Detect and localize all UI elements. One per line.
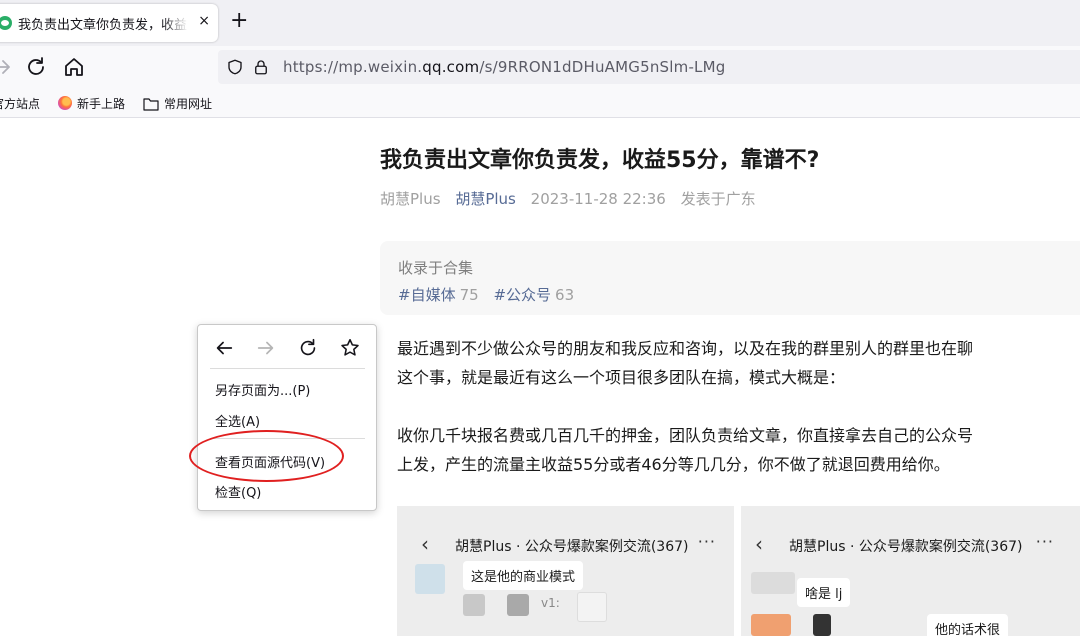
collection-label: 收录于合集 [398, 259, 474, 277]
bookmark-label: 常用网址 [164, 97, 213, 111]
menu-item-save-page[interactable]: 另存页面为...(P) [215, 380, 310, 399]
menu-separator [210, 438, 365, 439]
article-paragraph: 上发，产生的流量主收益55分或者46分等几几分，你不做了就退回费用给你。 [397, 455, 950, 474]
chat-screenshot[interactable]: ‹ 胡慧Plus · 公众号爆款案例交流(367) ··· 啥是 lj 他的话术… [741, 506, 1080, 636]
chat-bubble: 他的话术很 [927, 614, 1009, 636]
blurred-image [463, 594, 485, 616]
menu-item-inspect[interactable]: 检查(Q) [215, 482, 261, 501]
reload-icon[interactable] [297, 337, 319, 359]
avatar [751, 572, 795, 594]
collection-box: 收录于合集 #自媒体 75 #公众号 63 [380, 241, 1080, 315]
article-meta: 胡慧Plus 胡慧Plus 2023-11-28 22:36 发表于广东 [380, 188, 766, 209]
collection-tag[interactable]: #公众号 63 [493, 286, 574, 304]
author-name: 胡慧Plus [380, 190, 441, 208]
shield-icon[interactable] [226, 58, 244, 76]
url-prefix: https://mp.weixin. [283, 58, 423, 76]
article-paragraph: 收你几千块报名费或几百几千的押金，团队负责给文章，你直接拿去自己的公众号 [397, 426, 974, 445]
lock-icon[interactable] [252, 58, 270, 76]
collection-tags: #自媒体 75 #公众号 63 [398, 284, 584, 305]
avatar [415, 564, 445, 594]
forward-icon[interactable] [255, 337, 277, 359]
chat-header: ‹ 胡慧Plus · 公众号爆款案例交流(367) ··· [741, 506, 1080, 580]
active-tab[interactable]: 我负责出文章你负责发，收益55分，靠谱不? × [0, 4, 218, 42]
chat-screenshot[interactable]: ‹ 胡慧Plus · 公众号爆款案例交流(367) ··· 这是他的商业模式 v… [397, 506, 734, 636]
folder-icon [143, 98, 159, 111]
publish-location: 发表于广东 [680, 190, 756, 208]
avatar [751, 614, 791, 636]
tag-name: #公众号 [493, 286, 552, 304]
blurred-image [813, 614, 831, 636]
bookmark-label: 官方站点 [0, 97, 41, 111]
bookmark-folder-common[interactable]: 常用网址 [143, 95, 212, 112]
menu-item-view-source[interactable]: 查看页面源代码(V) [215, 452, 325, 471]
bookmarks-bar: 官方站点 新手上路 常用网址 [0, 88, 1080, 118]
article-paragraph: 这个事，就是最近有这么一个项目很多团队在搞，模式大概是： [397, 368, 846, 387]
back-icon[interactable] [213, 337, 235, 359]
context-menu: 另存页面为...(P) 全选(A) 查看页面源代码(V) 检查(Q) [197, 324, 377, 511]
back-chevron-icon: ‹ [421, 532, 429, 556]
tab-title: 我负责出文章你负责发，收益55分，靠谱不? [18, 18, 188, 33]
collection-tag[interactable]: #自媒体 75 [398, 286, 479, 304]
blurred-image [577, 592, 607, 622]
bookmark-label: 新手上路 [77, 97, 126, 111]
new-tab-icon[interactable]: + [230, 10, 248, 32]
menu-item-select-all[interactable]: 全选(A) [215, 411, 260, 430]
close-icon[interactable]: × [198, 13, 210, 29]
wechat-icon [0, 16, 12, 30]
menu-separator [210, 368, 365, 369]
forward-icon[interactable] [0, 55, 14, 79]
chat-title: 胡慧Plus · 公众号爆款案例交流(367) [455, 539, 689, 555]
firefox-icon [58, 96, 72, 110]
chat-bubble: 啥是 lj [797, 578, 851, 607]
publish-datetime: 2023-11-28 22:36 [530, 190, 666, 208]
blurred-image [507, 594, 529, 616]
reload-icon[interactable] [24, 55, 48, 79]
home-icon[interactable] [62, 55, 86, 79]
chat-snippet: v1: [541, 596, 560, 610]
url-path: /s/9RRON1dDHuAMG5nSlm-LMg [479, 58, 726, 76]
account-link[interactable]: 胡慧Plus [455, 190, 516, 208]
navigation-bar: https://mp.weixin.qq.com/s/9RRON1dDHuAMG… [0, 46, 1080, 88]
tag-count: 75 [459, 286, 479, 304]
tag-count: 63 [555, 286, 575, 304]
address-bar[interactable]: https://mp.weixin.qq.com/s/9RRON1dDHuAMG… [218, 50, 1080, 84]
more-icon: ··· [1035, 532, 1054, 551]
bookmark-official-site[interactable]: 官方站点 [0, 95, 40, 112]
bookmark-getting-started[interactable]: 新手上路 [58, 95, 125, 112]
tag-name: #自媒体 [398, 286, 456, 304]
back-chevron-icon: ‹ [755, 532, 763, 556]
article-paragraph: 最近遇到不少做公众号的朋友和我反应和咨询，以及在我的群里别人的群里也在聊 [397, 339, 974, 358]
more-icon: ··· [697, 532, 716, 551]
chat-bubble: 这是他的商业模式 [463, 561, 584, 590]
tab-bar: 我负责出文章你负责发，收益55分，靠谱不? × + [0, 0, 1080, 46]
url-host: qq.com [422, 58, 480, 76]
chat-title: 胡慧Plus · 公众号爆款案例交流(367) [789, 539, 1023, 555]
url-text[interactable]: https://mp.weixin.qq.com/s/9RRON1dDHuAMG… [283, 58, 725, 76]
bookmark-star-icon[interactable] [339, 337, 361, 359]
article-title: 我负责出文章你负责发，收益55分，靠谱不? [380, 148, 820, 173]
